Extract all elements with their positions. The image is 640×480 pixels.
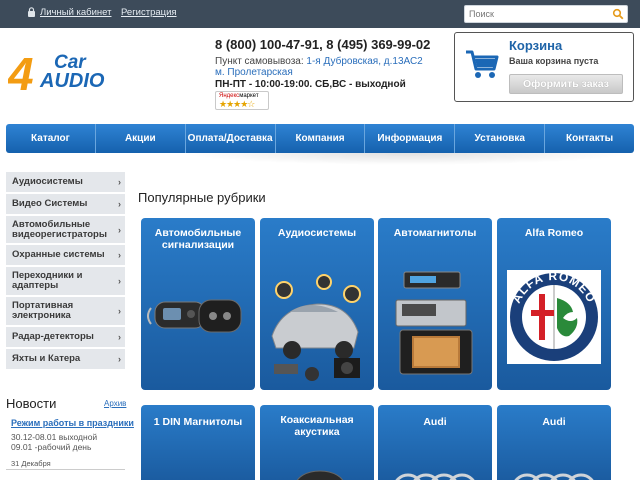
news-archive-link[interactable]: Архив bbox=[104, 399, 126, 408]
nav-item-installation[interactable]: Установка bbox=[455, 124, 546, 153]
sidebar-item-label: Яхты и Катера bbox=[12, 353, 81, 364]
sidebar-item-portable-electronics[interactable]: Портативная электроника › bbox=[6, 297, 125, 327]
head-unit-image bbox=[395, 271, 473, 375]
tile-label: Коаксиальная акустика bbox=[280, 414, 354, 438]
sidebar-item-label: Радар-детекторы bbox=[12, 331, 94, 342]
sidebar-item-label: Видео Системы bbox=[12, 198, 88, 209]
news-divider bbox=[6, 469, 125, 470]
alfa-romeo-logo-frame: ALFA ROMEO bbox=[507, 269, 601, 364]
nav-item-company[interactable]: Компания bbox=[276, 124, 366, 153]
cart-status: Ваша корзина пуста bbox=[509, 56, 599, 66]
category-tile-coaxial-speakers[interactable]: Коаксиальная акустика bbox=[260, 405, 374, 480]
cart-title[interactable]: Корзина bbox=[509, 38, 562, 53]
tile-label: Автомагнитолы bbox=[393, 227, 477, 239]
audi-rings-icon bbox=[514, 473, 594, 480]
chevron-right-icon: › bbox=[118, 332, 121, 342]
sidebar-item-label: Охранные системы bbox=[12, 249, 105, 260]
sidebar-categories: Аудиосистемы › Видео Системы › Автомобильн… bbox=[6, 172, 125, 371]
yandex-market-badge[interactable]: Яндексмаркет ★★★★☆ bbox=[215, 91, 269, 110]
nav-item-contacts[interactable]: Контакты bbox=[545, 124, 634, 153]
tile-label: Alfa Romeo bbox=[524, 227, 584, 239]
nav-item-payment-delivery[interactable]: Оплата/Доставка bbox=[186, 124, 276, 153]
sidebar-item-radar-detectors[interactable]: Радар-детекторы › bbox=[6, 327, 125, 349]
search-box bbox=[464, 5, 628, 23]
chevron-right-icon: › bbox=[118, 354, 121, 364]
pickup-point: Пункт самовывоза: 1-я Дубровская, д.13АС… bbox=[215, 56, 425, 78]
sidebar-item-audio-systems[interactable]: Аудиосистемы › bbox=[6, 172, 125, 194]
chevron-right-icon: › bbox=[118, 306, 121, 316]
category-tile-audi-2[interactable]: Audi bbox=[497, 405, 611, 480]
news-item-date: 31 Декабря bbox=[11, 459, 51, 468]
rating-stars-icon: ★★★★☆ bbox=[219, 99, 255, 109]
category-tile-audio-systems[interactable]: Аудиосистемы bbox=[260, 218, 374, 390]
sidebar-item-video-systems[interactable]: Видео Системы › bbox=[6, 194, 125, 216]
car-alarm-remote-image bbox=[147, 299, 242, 333]
sidebar-item-yachts-boats[interactable]: Яхты и Катера › bbox=[6, 349, 125, 371]
tile-label: Audi bbox=[423, 416, 447, 428]
nav-item-promotions[interactable]: Акции bbox=[96, 124, 186, 153]
cart-icon[interactable] bbox=[465, 48, 499, 80]
logo-text-bottom: AUDIO bbox=[39, 70, 105, 92]
category-tile-car-alarms[interactable]: Автомобильные сигнализации bbox=[141, 218, 255, 390]
lock-icon bbox=[28, 7, 35, 17]
coaxial-speaker-image bbox=[296, 470, 344, 480]
sidebar-item-label: Переходники и адаптеры bbox=[12, 270, 83, 291]
tile-label: 1 DIN Магнитолы bbox=[153, 416, 243, 428]
news-heading: Новости bbox=[6, 396, 57, 411]
tile-label: Audi bbox=[542, 416, 566, 428]
chevron-right-icon: › bbox=[118, 250, 121, 260]
news-line-1: 30.12-08.01 выходной bbox=[11, 432, 98, 442]
chevron-right-icon: › bbox=[118, 224, 121, 235]
chevron-right-icon: › bbox=[118, 177, 121, 187]
sidebar-item-label: Автомобильные видеорегистраторы bbox=[12, 218, 107, 240]
working-hours: ПН-ПТ - 10:00-19:00. СБ,ВС - выходной bbox=[215, 79, 406, 90]
sidebar-item-security-systems[interactable]: Охранные системы › bbox=[6, 245, 125, 267]
pickup-label: Пункт самовывоза: bbox=[215, 56, 307, 67]
tile-label: Аудиосистемы bbox=[277, 227, 357, 239]
search-input[interactable] bbox=[465, 6, 605, 22]
sidebar-item-label: Портативная электроника bbox=[12, 300, 74, 321]
audio-system-image bbox=[271, 274, 361, 381]
category-tile-alfa-romeo[interactable]: Alfa Romeo ALFA ROMEO bbox=[497, 218, 611, 390]
sidebar-item-adapters[interactable]: Переходники и адаптеры › bbox=[6, 267, 125, 297]
nav-item-catalog[interactable]: Каталог bbox=[6, 124, 96, 153]
news-item-title[interactable]: Режим работы в праздники bbox=[11, 418, 134, 428]
register-link[interactable]: Регистрация bbox=[121, 7, 177, 18]
news-line-2: 09.01 -рабочий день bbox=[11, 442, 92, 452]
nav-item-information[interactable]: Информация bbox=[365, 124, 456, 153]
tile-label: Автомобильные сигнализации bbox=[154, 227, 242, 251]
alfa-romeo-logo: ALFA ROMEO bbox=[509, 269, 598, 361]
top-bar: Личный кабинет Регистрация bbox=[0, 0, 640, 28]
logo-digit: 4 bbox=[8, 48, 34, 94]
chevron-right-icon: › bbox=[118, 276, 121, 286]
cart-widget: Корзина Ваша корзина пуста Оформить зака… bbox=[454, 32, 634, 102]
category-tile-audi[interactable]: Audi bbox=[378, 405, 492, 480]
section-title: Популярные рубрики bbox=[138, 190, 266, 205]
audi-rings-icon bbox=[395, 473, 475, 480]
chevron-right-icon: › bbox=[118, 199, 121, 209]
sidebar-item-dashcams[interactable]: Автомобильные видеорегистраторы › bbox=[6, 216, 125, 245]
phone-numbers: 8 (800) 100-47-91, 8 (495) 369-99-02 bbox=[215, 37, 431, 52]
search-icon[interactable] bbox=[612, 8, 624, 20]
sidebar-item-label: Аудиосистемы bbox=[12, 176, 83, 187]
category-tile-1din-head-units[interactable]: 1 DIN Магнитолы bbox=[141, 405, 255, 480]
logo[interactable]: 4 Car AUDIO bbox=[8, 48, 146, 94]
main-nav: Каталог Акции Оплата/Доставка Компания И… bbox=[6, 124, 634, 153]
account-link[interactable]: Личный кабинет bbox=[40, 7, 111, 18]
checkout-button[interactable]: Оформить заказ bbox=[509, 74, 623, 94]
news-item-body: 30.12-08.01 выходной 09.01 -рабочий день bbox=[11, 432, 97, 452]
nav-shadow bbox=[180, 153, 634, 165]
category-tile-head-units[interactable]: Автомагнитолы bbox=[378, 218, 492, 390]
